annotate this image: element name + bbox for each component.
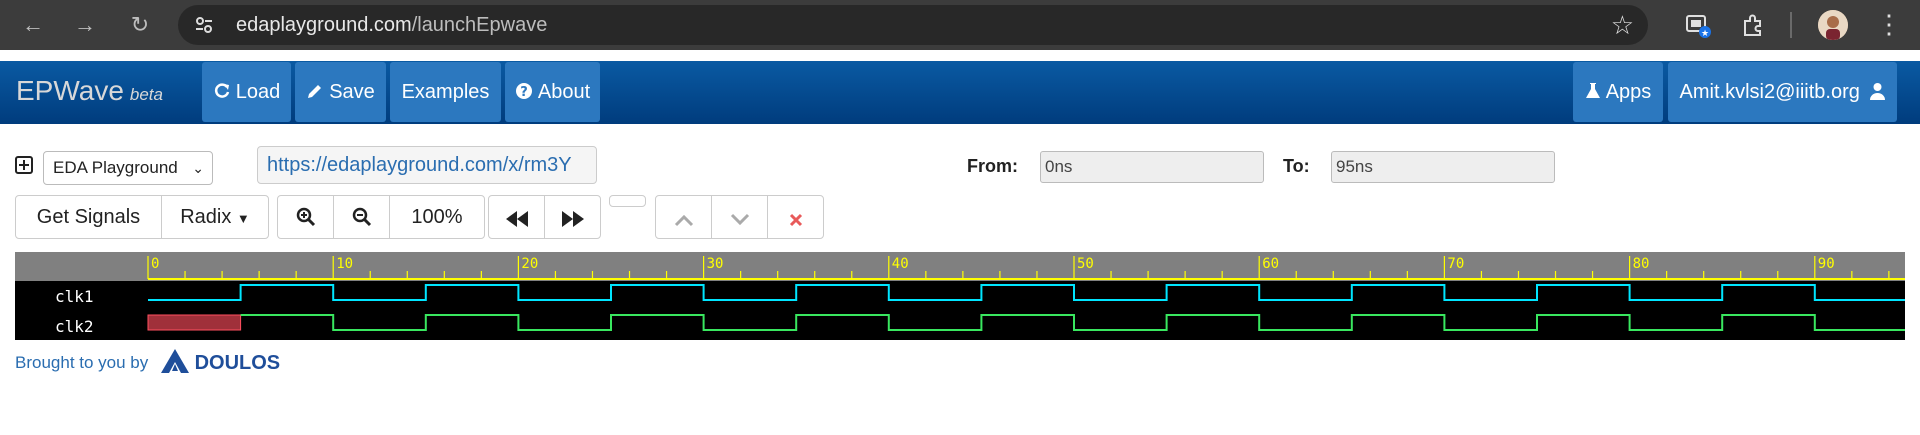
chevron-up-icon xyxy=(674,214,693,227)
ruler-tick-label: 20 xyxy=(521,256,538,272)
brand-name: EPWave xyxy=(16,75,124,106)
caret-down-icon: ▼ xyxy=(236,211,250,226)
ruler-tick-label: 70 xyxy=(1447,256,1464,272)
get-signals-button[interactable]: Get Signals xyxy=(16,196,162,238)
zoom-level-display[interactable]: 100% xyxy=(390,196,484,238)
pencil-icon xyxy=(308,85,322,98)
url-text[interactable]: edaplayground.com/launchEpwave xyxy=(236,5,547,45)
more-menu-icon[interactable]: ⋮ xyxy=(1876,8,1902,40)
from-label: From: xyxy=(967,156,1018,176)
site-settings-icon[interactable] xyxy=(194,15,214,35)
ruler-tick-label: 80 xyxy=(1633,256,1650,272)
small-empty-button[interactable] xyxy=(609,195,646,207)
radix-label: Radix xyxy=(180,206,232,228)
move-up-button[interactable] xyxy=(656,196,712,238)
url-host: edaplayground.com xyxy=(236,14,412,36)
question-circle-icon: ? xyxy=(515,83,532,100)
to-time-input[interactable]: 95ns xyxy=(1331,151,1555,183)
signal-edit-button-group xyxy=(655,195,824,239)
flask-icon xyxy=(1585,83,1600,98)
source-select-value: EDA Playground xyxy=(53,158,178,177)
backward-icon xyxy=(505,211,528,227)
save-label: Save xyxy=(329,81,375,103)
ruler-tick-label: 30 xyxy=(707,256,724,272)
examples-button[interactable]: Examples xyxy=(390,62,501,122)
load-button[interactable]: Load xyxy=(202,62,291,122)
signal-unknown-region xyxy=(147,314,242,331)
waveform-trace-clk2 xyxy=(240,314,1905,331)
brand-logo[interactable]: EPWave beta xyxy=(16,75,163,107)
about-button[interactable]: ? About xyxy=(505,62,600,122)
svg-text:?: ? xyxy=(520,85,528,100)
url-path: /launchEpwave xyxy=(411,14,548,36)
user-icon xyxy=(1870,83,1886,100)
doulos-logo[interactable]: DOULOS xyxy=(161,349,280,375)
ruler-tick-label: 60 xyxy=(1262,256,1279,272)
waveform-canvas[interactable]: 0 10 20 30 40 50 60 70 80 90 xyxy=(15,252,1905,340)
zoom-in-button[interactable] xyxy=(278,196,334,238)
forward-icon[interactable]: → xyxy=(70,10,100,40)
address-bar[interactable]: edaplayground.com/launchEpwave ☆ xyxy=(178,5,1648,45)
extensions-icon[interactable] xyxy=(1740,12,1766,38)
save-button[interactable]: Save xyxy=(295,62,386,122)
zoom-out-icon xyxy=(352,207,371,227)
expand-plus-icon[interactable] xyxy=(15,156,33,174)
radix-dropdown[interactable]: Radix ▼ xyxy=(162,196,268,238)
tab-search-icon[interactable]: ★ xyxy=(1685,12,1711,38)
move-down-button[interactable] xyxy=(712,196,768,238)
apps-button[interactable]: Apps xyxy=(1573,62,1663,122)
chevron-down-icon: ⌄ xyxy=(192,160,204,176)
share-url-field[interactable]: https://edaplayground.com/x/rm3Y xyxy=(257,146,597,184)
delete-signal-button[interactable] xyxy=(768,196,823,238)
profile-avatar[interactable] xyxy=(1818,10,1848,40)
zoom-in-icon xyxy=(296,207,315,227)
signal-name-clk1[interactable]: clk1 xyxy=(55,287,94,306)
about-label: About xyxy=(537,81,591,103)
refresh-icon xyxy=(214,83,229,98)
chevron-down-icon xyxy=(730,213,749,226)
brand-beta: beta xyxy=(129,85,163,104)
svg-text:★: ★ xyxy=(1701,29,1709,38)
ruler-tick-label: 90 xyxy=(1818,256,1835,272)
source-select[interactable]: EDA Playground ⌄ xyxy=(43,151,213,185)
back-icon[interactable]: ← xyxy=(18,10,48,40)
doulos-a-icon xyxy=(161,349,189,373)
user-email: Amit.kvlsi2@iiitb.org xyxy=(1679,81,1860,103)
signal-name-clk2[interactable]: clk2 xyxy=(55,317,94,336)
examples-label: Examples xyxy=(401,81,490,103)
doulos-label: DOULOS xyxy=(194,352,281,374)
apps-label: Apps xyxy=(1605,81,1652,103)
user-menu-button[interactable]: Amit.kvlsi2@iiitb.org xyxy=(1668,62,1897,122)
browser-toolbar: ← → ↻ edaplayground.com/launchEpwave ☆ ★… xyxy=(0,0,1920,50)
waveform-viewer[interactable]: 0 10 20 30 40 50 60 70 80 90 clk1 clk2 xyxy=(15,252,1905,340)
signals-button-group: Get Signals Radix ▼ xyxy=(15,195,269,239)
waveform-trace-clk1 xyxy=(148,284,1905,301)
forward-icon xyxy=(561,211,584,227)
ruler-tick-label: 50 xyxy=(1077,256,1094,272)
app-navbar: EPWave beta Load Save Examples ? About App… xyxy=(0,61,1920,124)
zoom-out-button[interactable] xyxy=(334,196,390,238)
bookmark-star-icon[interactable]: ☆ xyxy=(1611,11,1634,39)
zoom-button-group: 100% xyxy=(277,195,485,239)
ruler-tick-label: 10 xyxy=(336,256,353,272)
toolbar-separator xyxy=(1790,12,1792,38)
go-to-end-button[interactable] xyxy=(545,196,600,238)
to-label: To: xyxy=(1283,156,1310,176)
reload-icon[interactable]: ↻ xyxy=(125,10,155,40)
ruler-tick-label: 0 xyxy=(151,256,159,272)
ruler-tick-label: 40 xyxy=(892,256,909,272)
go-to-start-button[interactable] xyxy=(489,196,545,238)
close-icon xyxy=(789,213,802,227)
load-label: Load xyxy=(235,81,281,103)
navigate-button-group xyxy=(488,195,601,239)
from-time-input[interactable]: 0ns xyxy=(1040,151,1264,183)
footer-credit: Brought to you by xyxy=(15,353,149,372)
